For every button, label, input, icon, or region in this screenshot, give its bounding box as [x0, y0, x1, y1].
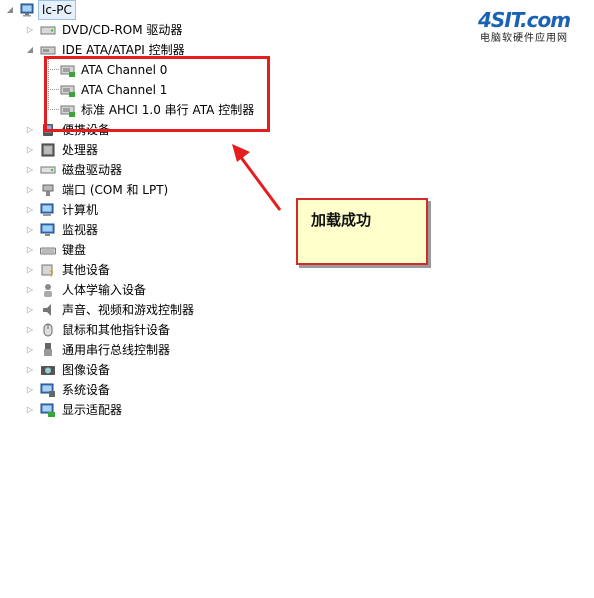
chevron-right-icon[interactable]: ▷ [26, 320, 34, 340]
dvd-drive-icon [40, 26, 56, 35]
tree-item-label: 系统设备 [62, 383, 111, 397]
port-icon [42, 184, 54, 196]
chevron-down-icon[interactable]: ◢ [26, 40, 34, 60]
svg-text:?: ? [49, 270, 54, 278]
monitor-icon [40, 223, 55, 236]
disk-drive-icon [40, 166, 56, 174]
tree-item[interactable]: ▷ 系统设备 [0, 380, 280, 400]
tree-item[interactable]: ▷ 鼠标和其他指针设备 [0, 320, 280, 340]
chevron-down-icon[interactable]: ◢ [6, 0, 14, 20]
chevron-right-icon[interactable]: ▷ [26, 200, 34, 220]
chevron-right-icon[interactable]: ▷ [26, 260, 34, 280]
tree-item[interactable]: ▷ 图像设备 [0, 360, 280, 380]
chevron-right-icon[interactable]: ▷ [26, 400, 34, 420]
arrow-icon [232, 144, 282, 211]
chevron-right-icon[interactable]: ▷ [26, 360, 34, 380]
highlight-box [44, 56, 270, 132]
chevron-right-icon[interactable]: ▷ [26, 220, 34, 240]
note-text: 加载成功 [311, 211, 372, 229]
chevron-right-icon[interactable]: ▷ [26, 180, 34, 200]
chevron-right-icon[interactable]: ▷ [26, 140, 34, 160]
chevron-right-icon[interactable]: ▷ [26, 120, 34, 140]
tree-item-label: 图像设备 [62, 363, 111, 377]
tree-item-label: 端口 (COM 和 LPT) [62, 183, 169, 197]
tree-item[interactable]: ▷ 键盘 [0, 240, 280, 260]
tree-item-label: 磁盘驱动器 [62, 163, 123, 177]
chevron-right-icon[interactable]: ▷ [26, 280, 34, 300]
mouse-icon [43, 323, 53, 337]
tree-item-label: 人体学输入设备 [62, 283, 147, 297]
tree-item-label: 处理器 [62, 143, 99, 157]
system-device-icon [40, 383, 55, 397]
logo-tagline: 电脑软硬件应用网 [480, 33, 568, 44]
chevron-right-icon[interactable]: ▷ [26, 340, 34, 360]
processor-icon [41, 143, 55, 157]
site-logo: 4SIT.com 电脑软硬件应用网 [478, 8, 588, 44]
annotation-note: 加载成功 [296, 198, 428, 265]
tree-item[interactable]: ▷? 其他设备 [0, 260, 280, 280]
tree-item[interactable]: ▷ 显示适配器 [0, 400, 280, 420]
chevron-right-icon[interactable]: ▷ [26, 300, 34, 320]
chevron-right-icon[interactable]: ▷ [26, 380, 34, 400]
tree-item-label: 计算机 [62, 203, 99, 217]
computer-icon [40, 203, 54, 216]
tree-item-label: 其他设备 [62, 263, 111, 277]
speaker-icon [43, 304, 51, 316]
tree-item[interactable]: ▷ 人体学输入设备 [0, 280, 280, 300]
unknown-device-icon: ? [41, 264, 54, 278]
tree-item[interactable]: ▷ DVD/CD-ROM 驱动器 [0, 20, 280, 40]
tree-item[interactable]: ▷ 监视器 [0, 220, 280, 240]
root-label: lc-PC [38, 0, 76, 20]
tree-item[interactable]: ▷ 通用串行总线控制器 [0, 340, 280, 360]
tree-item-label: 通用串行总线控制器 [62, 343, 171, 357]
display-adapter-icon [40, 403, 55, 417]
tree-root[interactable]: ◢ lc-PC [0, 0, 120, 20]
tree-item[interactable]: ▷ 声音、视频和游戏控制器 [0, 300, 280, 320]
tree-item-label: 声音、视频和游戏控制器 [62, 303, 195, 317]
camera-icon [41, 366, 55, 375]
tree-item-label: 鼠标和其他指针设备 [62, 323, 171, 337]
tree-item-label: 键盘 [62, 243, 87, 257]
tree-item-label: 显示适配器 [62, 403, 123, 417]
chevron-right-icon[interactable]: ▷ [26, 20, 34, 40]
tree-item-label: 监视器 [62, 223, 99, 237]
keyboard-icon [40, 247, 56, 255]
hid-icon [44, 284, 52, 297]
usb-icon [44, 343, 52, 356]
tree-item-label: DVD/CD-ROM 驱动器 [62, 23, 183, 37]
computer-root-icon [20, 3, 34, 17]
chevron-right-icon[interactable]: ▷ [26, 160, 34, 180]
chevron-right-icon[interactable]: ▷ [26, 240, 34, 260]
